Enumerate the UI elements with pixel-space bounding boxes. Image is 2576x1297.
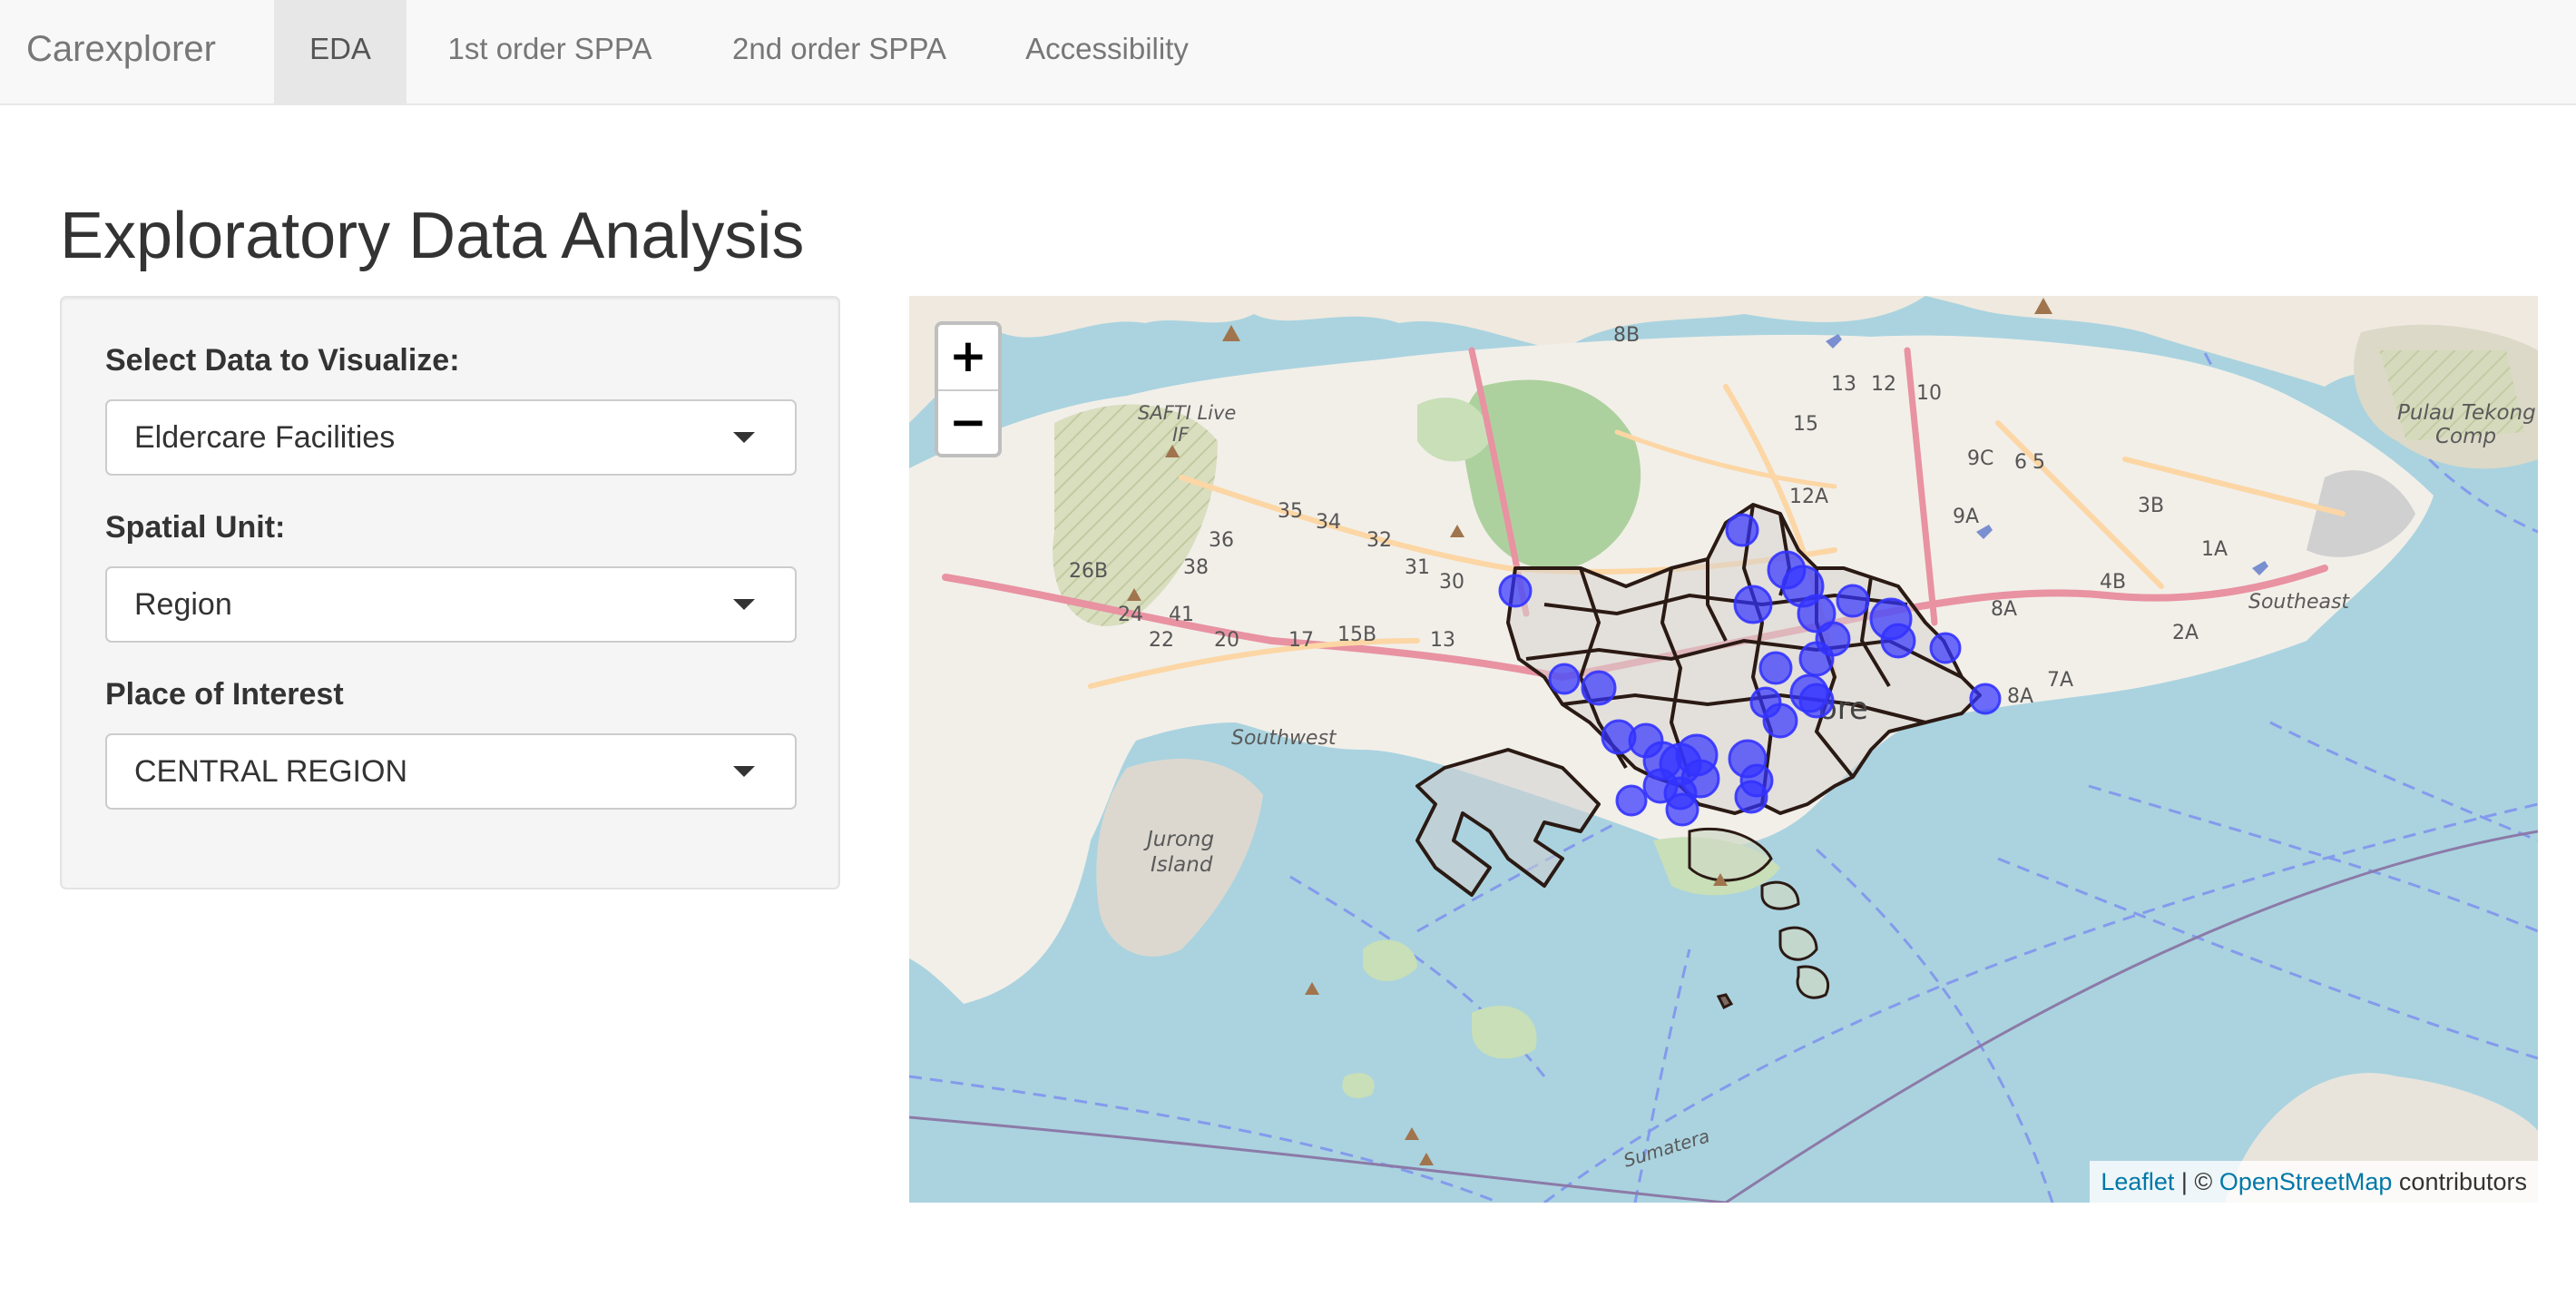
road-label: 30: [1439, 571, 1464, 594]
road-label: 9A: [1953, 506, 1979, 528]
road-label: 3B: [2138, 495, 2164, 517]
map-tiles[interactable]: SAFTI Live IF Southwest Jurong Island So…: [909, 296, 2538, 1203]
app-brand[interactable]: Carexplorer: [26, 0, 216, 105]
data-select-label: Select Data to Visualize:: [105, 343, 460, 378]
road-label: 22: [1149, 629, 1174, 652]
road-label: 41: [1169, 604, 1194, 626]
navbar: Carexplorer EDA 1st order SPPA 2nd order…: [0, 0, 2576, 105]
label-southeast: Southeast: [2248, 591, 2350, 614]
road-label: 7A: [2047, 669, 2073, 692]
place-of-interest-value: CENTRAL REGION: [134, 754, 408, 789]
road-label: 24: [1118, 604, 1143, 626]
label-jurong: Jurong: [1143, 828, 1214, 851]
road-label: 12: [1871, 373, 1896, 396]
road-label: 4B: [2100, 571, 2126, 594]
road-label: 38: [1183, 556, 1209, 579]
road-label: 13: [1831, 373, 1856, 396]
road-label: 15: [1793, 413, 1818, 436]
page-title: Exploratory Data Analysis: [60, 200, 805, 272]
road-label: 26B: [1069, 560, 1108, 583]
label-comp: Comp: [2435, 425, 2496, 448]
spatial-unit-value: Region: [134, 587, 232, 622]
road-label: 5: [2032, 451, 2045, 474]
road-label: 8A: [2007, 685, 2033, 708]
spatial-unit-label: Spatial Unit:: [105, 510, 286, 545]
road-label: 8A: [1991, 598, 2017, 621]
place-of-interest-select[interactable]: CENTRAL REGION: [105, 733, 797, 810]
map-attribution: Leaflet | © OpenStreetMap contributors: [2090, 1161, 2538, 1203]
zoom-out-button[interactable]: −: [938, 391, 998, 456]
road-label: 2A: [2172, 622, 2199, 644]
label-if: IF: [1172, 424, 1190, 446]
data-select[interactable]: Eldercare Facilities: [105, 399, 797, 476]
road-label: 15B: [1337, 624, 1376, 646]
tab-2nd-order-sppa[interactable]: 2nd order SPPA: [693, 0, 985, 103]
attribution-contributors: contributors: [2392, 1168, 2527, 1195]
tab-accessibility[interactable]: Accessibility: [985, 0, 1229, 103]
zoom-control: + −: [935, 321, 1002, 457]
road-label: 6: [2014, 451, 2027, 474]
chevron-down-icon: [733, 432, 755, 443]
chevron-down-icon: [733, 766, 755, 777]
road-label: 13: [1430, 629, 1455, 652]
road-label: 8B: [1613, 324, 1640, 347]
road-label: 12A: [1789, 486, 1828, 508]
road-label: 35: [1278, 500, 1303, 523]
road-label: 20: [1214, 629, 1239, 652]
road-label: 1A: [2201, 538, 2228, 561]
road-label: 17: [1288, 629, 1314, 652]
control-panel: Select Data to Visualize: Eldercare Faci…: [60, 296, 840, 889]
label-island: Island: [1151, 853, 1213, 877]
road-label: 9C: [1967, 447, 1993, 470]
zoom-in-button[interactable]: +: [938, 325, 998, 391]
label-southwest: Southwest: [1231, 727, 1337, 750]
openstreetmap-link[interactable]: OpenStreetMap: [2219, 1168, 2393, 1195]
tab-1st-order-sppa[interactable]: 1st order SPPA: [406, 0, 693, 103]
road-label: 10: [1916, 382, 1942, 405]
road-label: 34: [1316, 511, 1341, 534]
spatial-unit-select[interactable]: Region: [105, 566, 797, 643]
chevron-down-icon: [733, 599, 755, 610]
road-label: 36: [1209, 529, 1234, 552]
road-label: 32: [1366, 529, 1392, 552]
road-label: 31: [1405, 556, 1430, 579]
leaflet-map[interactable]: SAFTI Live IF Southwest Jurong Island So…: [909, 296, 2538, 1203]
place-of-interest-label: Place of Interest: [105, 677, 344, 712]
leaflet-link[interactable]: Leaflet: [2101, 1168, 2174, 1195]
data-select-value: Eldercare Facilities: [134, 420, 396, 455]
label-safti-live: SAFTI Live: [1138, 402, 1236, 424]
attribution-separator: | ©: [2174, 1168, 2219, 1195]
label-pulau-tekong: Pulau Tekong: [2397, 401, 2536, 425]
tab-eda[interactable]: EDA: [274, 0, 406, 103]
